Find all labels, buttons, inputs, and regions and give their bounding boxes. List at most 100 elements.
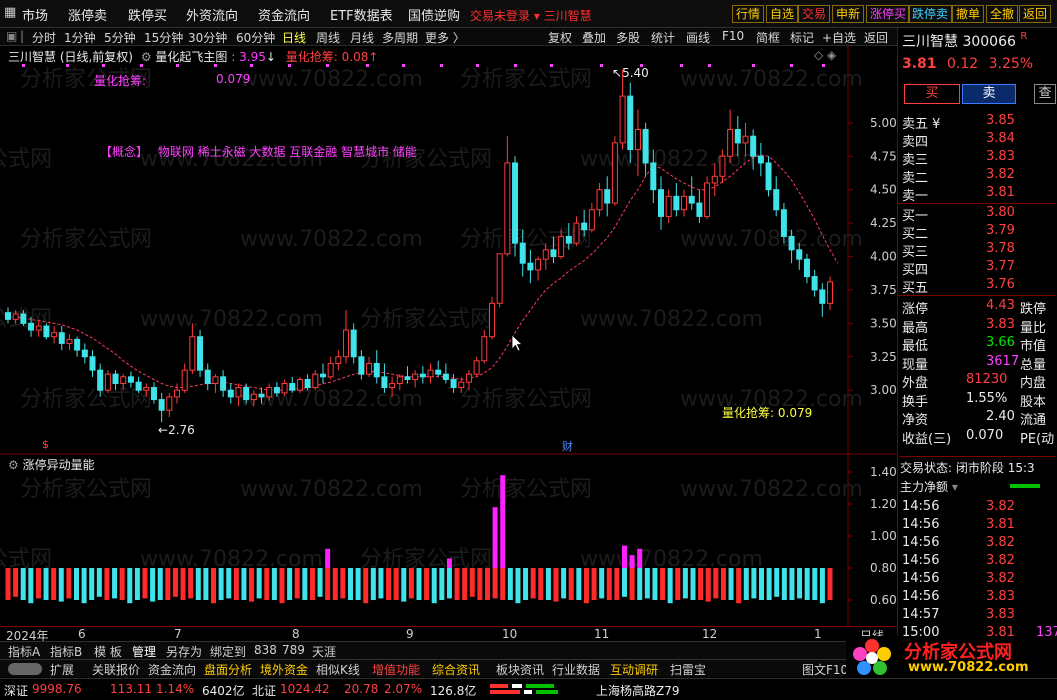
period-tab-7[interactable]: 周线 [316,29,340,46]
function-item-7[interactable]: 综合资讯 [432,661,480,678]
function-item-3[interactable]: 盘面分析 [204,661,252,678]
quick-button-1[interactable]: 自选 [766,5,799,23]
bottom-tab-2[interactable]: 模 板 [94,643,122,660]
volume-bar [294,568,300,599]
bottom-tab-7[interactable]: 789 [282,643,305,657]
function-item-5[interactable]: 相似K线 [316,661,360,678]
sell-level-4[interactable]: 卖四 3.84 [900,130,1056,150]
sub-chart[interactable]: 分析家公式网www.70822.com分析家公式网www.70822.com分析… [0,456,897,626]
toolbar-action-9[interactable]: 返回 [864,29,888,46]
sell-level-2[interactable]: 卖二 3.82 [900,166,1056,186]
period-tab-0[interactable]: 分时 [32,29,56,46]
bottom-tab-6[interactable]: 838 [254,643,277,657]
quick-button-5[interactable]: 跌停卖 [908,5,953,23]
function-item-f10[interactable]: 图文F10 [802,661,848,678]
function-item-4[interactable]: 境外资金 [260,661,308,678]
function-item-11[interactable]: 扫雷宝 [670,661,706,678]
quick-button-0[interactable]: 行情 [732,5,765,23]
toolbar-action-1[interactable]: 叠加 [582,29,606,46]
toolbar-action-2[interactable]: 多股 [616,29,640,46]
bottom-tab-1[interactable]: 指标B [50,643,82,660]
menu-grid-icon[interactable]: ▦ [4,5,16,20]
quick-button-7[interactable]: 全撤 [986,5,1019,23]
function-item-2[interactable]: 资金流向 [148,661,196,678]
period-tab-1[interactable]: 1分钟 [64,29,96,46]
indicator-settings-icon[interactable]: ⚙ [141,50,152,64]
buy-level-5[interactable]: 买五 3.76 [900,276,1056,296]
server-location[interactable]: 上海杨高路Z79 [596,682,680,699]
brand-logo: 分析家公式网 www.70822.com [846,636,1057,678]
toolbar-action-4[interactable]: 画线 [686,29,710,46]
stock-terminal: ▦ 市场 涨停卖 跌停买 外资流向 资金流向 ETF数据表 国债逆购 交易未登录… [0,0,1057,700]
buy-button[interactable]: 买 [904,84,960,104]
bottom-tab-0[interactable]: 指标A [8,643,40,660]
buy-level-3[interactable]: 买三 3.78 [900,240,1056,260]
sell-level-1[interactable]: 卖一 3.81 [900,184,1056,204]
quick-button-8[interactable]: 返回 [1019,5,1052,23]
bottom-tab-3[interactable]: 管理 [132,643,156,660]
stat-label-2: 市值 [1020,339,1047,354]
volume-bar [325,568,331,600]
function-item-6[interactable]: 增值功能 [372,661,420,678]
buy-level-1[interactable]: 买一 3.80 [900,204,1056,224]
sell-level-3[interactable]: 卖三 3.83 [900,148,1056,168]
function-item-1[interactable]: 关联报价 [92,661,140,678]
volume-bar [774,568,780,597]
sub-chart-title[interactable]: 涨停异动量能 [23,458,95,472]
bottom-tab-4[interactable]: 另存为 [166,643,202,660]
function-item-10[interactable]: 互动调研 [610,661,658,678]
main-chart[interactable]: 分析家公式网 www.70822.com 分析家公式网 www.70822.com 分析… [0,46,897,456]
extend-toggle[interactable] [8,663,42,675]
quote-header: 三川智慧 300066 R [902,31,1027,51]
query-button[interactable]: 查 [1034,84,1056,104]
period-tab-4[interactable]: 30分钟 [188,29,227,46]
function-item-9[interactable]: 行业数据 [552,661,600,678]
quick-button-2[interactable]: 交易 [798,5,831,23]
menu-item-bond-repo[interactable]: 国债逆购 [408,5,460,24]
toolbar-action-5[interactable]: F10 [722,29,744,43]
period-tab-10[interactable]: 更多 〉 [425,29,465,46]
menu-item-foreign-flow[interactable]: 外资流向 [186,5,238,24]
sub-indicator-settings-icon[interactable]: ⚙ [8,458,19,472]
sell-button[interactable]: 卖 [962,84,1016,104]
toolbar-action-6[interactable]: 简框 [756,29,780,46]
toolbar-action-7[interactable]: 标记 [790,29,814,46]
quick-button-6[interactable]: 撤单 [952,5,985,23]
function-item-0[interactable]: 扩展 [50,661,74,678]
bottom-tab-5[interactable]: 绑定到 [210,643,246,660]
menu-item-capital-flow[interactable]: 资金流向 [258,5,310,24]
index2-name[interactable]: 北证 [252,682,276,699]
period-tab-8[interactable]: 月线 [350,29,374,46]
toolbar-action-8[interactable]: +自选 [822,29,856,46]
function-item-8[interactable]: 板块资讯 [496,661,544,678]
quick-button-3[interactable]: 申新 [832,5,865,23]
menu-item-etf-table[interactable]: ETF数据表 [330,5,393,24]
dividend-marker[interactable]: $ [42,438,49,451]
order-level-price: 3.83 [986,149,1015,164]
chart-window-icons[interactable]: ◇ ◈ [814,48,836,62]
period-tab-9[interactable]: 多周期 [382,29,418,46]
period-tab-5[interactable]: 60分钟 [236,29,275,46]
bottom-tab-8[interactable]: 天涯 [312,643,336,660]
stat-value: 3.66 [986,335,1015,350]
right-indicator: 量化抢筹: 0.079 [722,404,812,421]
buy-level-4[interactable]: 买四 3.77 [900,258,1056,278]
menu-item-limit-up-sell[interactable]: 涨停卖 [68,5,107,24]
buy-level-2[interactable]: 买二 3.79 [900,222,1056,242]
trade-login-status[interactable]: 交易未登录 ▾ 三川智慧 [470,7,592,24]
period-tab-2[interactable]: 5分钟 [104,29,136,46]
menu-item-limit-down-buy[interactable]: 跌停买 [128,5,167,24]
indicator-name[interactable]: 量化起飞主图 [155,50,227,64]
menu-item-market[interactable]: 市场 [22,5,48,24]
period-tab-3[interactable]: 15分钟 [144,29,183,46]
volume-bar [416,568,422,600]
index1-name[interactable]: 深证 [4,682,28,699]
quick-button-4[interactable]: 涨停买 [866,5,911,23]
finance-marker[interactable]: 财 [562,438,573,454]
panel-toggle-icon[interactable]: ▣ [6,29,17,43]
toolbar-action-0[interactable]: 复权 [548,29,572,46]
toolbar-action-3[interactable]: 统计 [651,29,675,46]
sell-level-5[interactable]: 卖五 ¥3.85 [900,112,1056,132]
volume-bar [211,568,216,604]
period-tab-6[interactable]: 日线 [282,29,306,46]
